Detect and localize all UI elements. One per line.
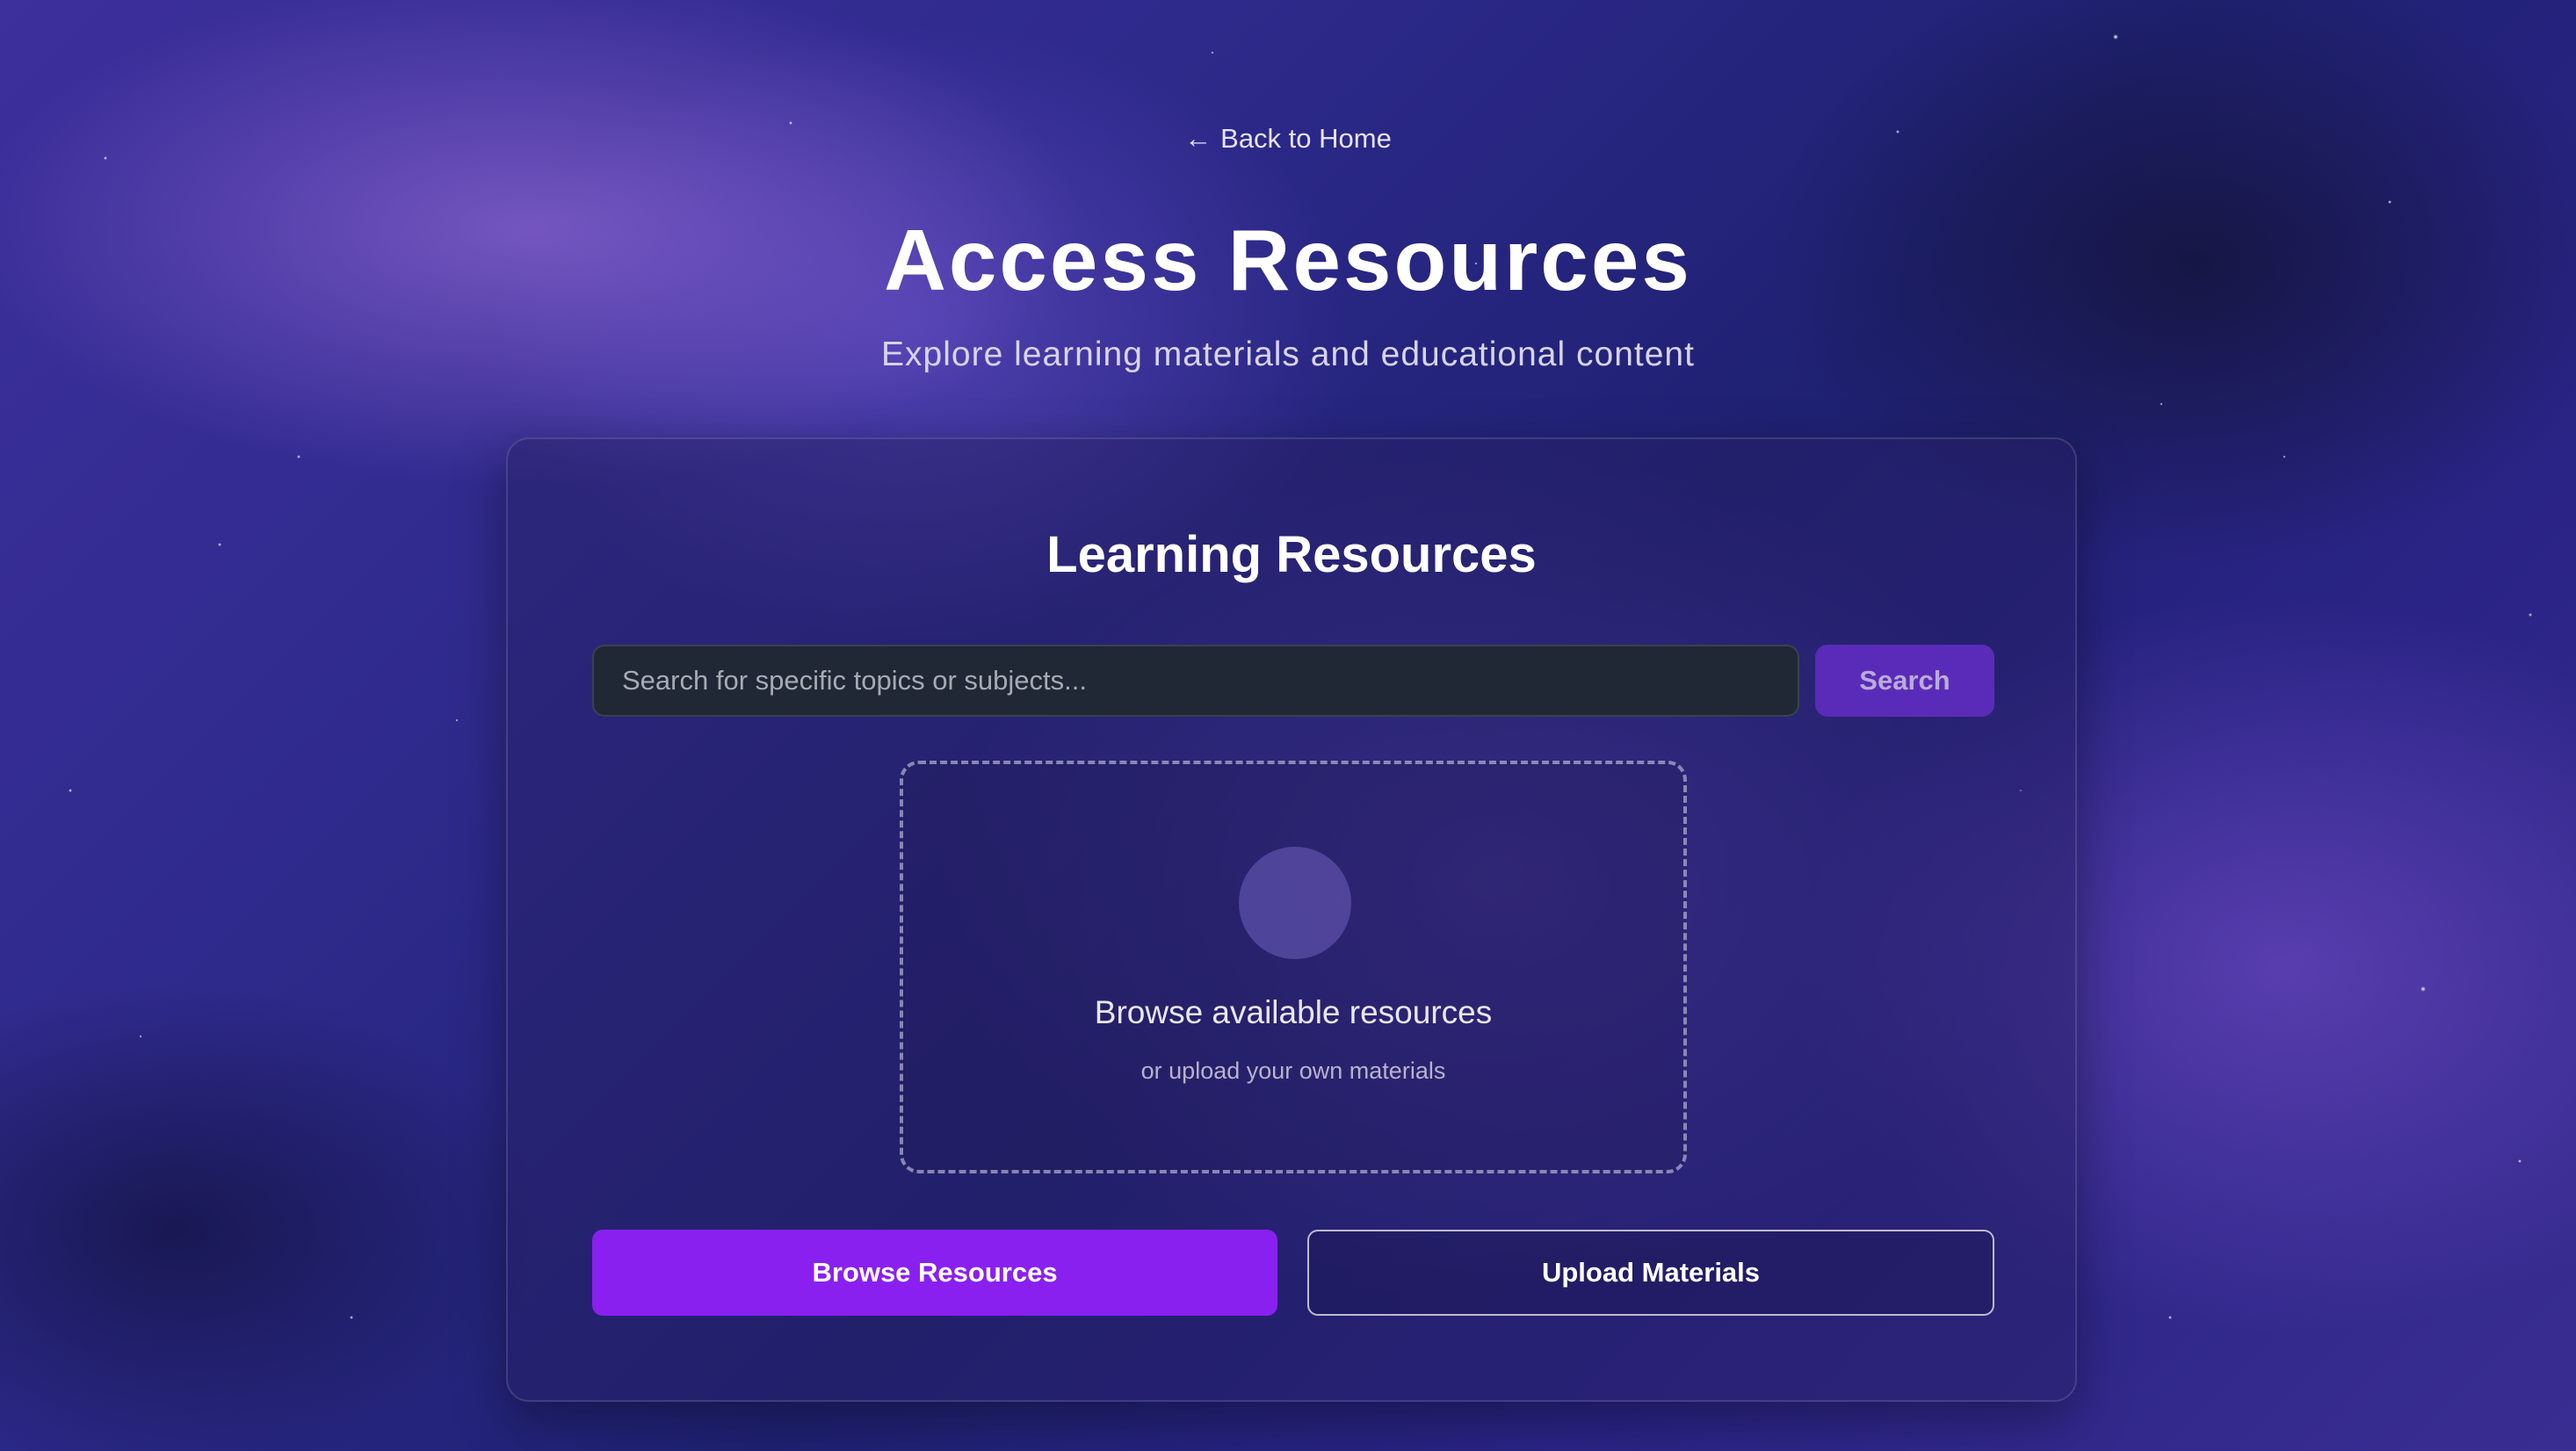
back-to-home-label: Back to Home <box>1220 123 1392 154</box>
dropzone-subtitle: or upload your own materials <box>1140 1058 1446 1084</box>
search-input[interactable] <box>592 645 1799 717</box>
page-title: Access Resources <box>884 212 1692 308</box>
resource-dropzone[interactable]: Browse available resources or upload you… <box>900 761 1687 1173</box>
page-subtitle: Explore learning materials and education… <box>881 336 1695 373</box>
resources-card: Learning Resources Search Browse availab… <box>506 437 2077 1402</box>
browse-resources-button[interactable]: Browse Resources <box>592 1230 1277 1316</box>
page: ← Back to Home Access Resources Explore l… <box>0 0 2576 1451</box>
back-to-home-link[interactable]: ← Back to Home <box>0 123 2576 155</box>
arrow-left-icon: ← <box>1184 123 1212 154</box>
dropzone-title: Browse available resources <box>1094 994 1493 1030</box>
circle-icon <box>1239 847 1351 959</box>
upload-materials-button[interactable]: Upload Materials <box>1307 1230 1994 1316</box>
card-title: Learning Resources <box>1046 526 1537 583</box>
search-button[interactable]: Search <box>1815 645 1994 717</box>
